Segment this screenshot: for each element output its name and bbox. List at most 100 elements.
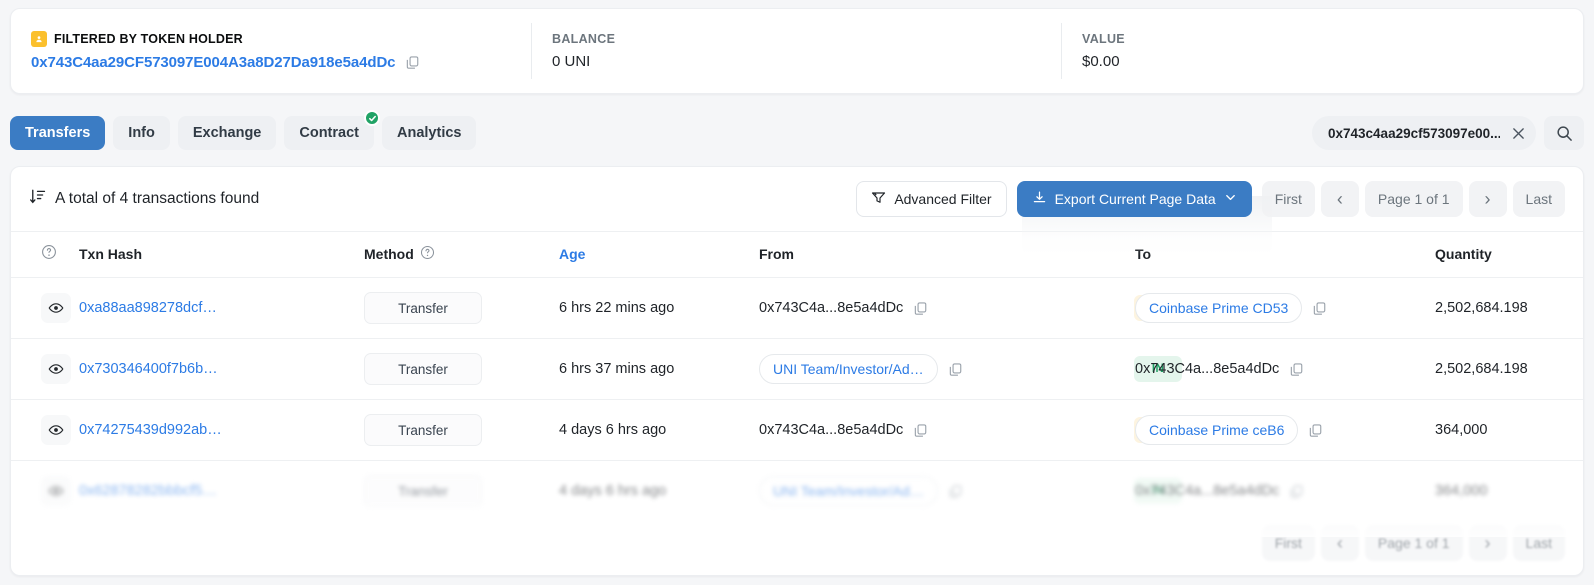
download-icon — [1032, 190, 1047, 208]
balance-label: BALANCE — [552, 31, 616, 46]
advanced-filter-button[interactable]: Advanced Filter — [856, 181, 1007, 217]
tab-exchange[interactable]: Exchange — [177, 116, 277, 150]
table-row: 0x730346400f7b6b… Transfer 6 hrs 37 mins a… — [11, 338, 1583, 400]
advanced-filter-label: Advanced Filter — [894, 191, 992, 207]
tab-label: Info — [128, 125, 155, 141]
from-address: 0x743C4a...8e5a4dDc — [759, 422, 904, 438]
panel-toolbar: A total of 4 transactions found Advanced… — [11, 167, 1583, 231]
transfers-table: Txn Hash Method Age From To Quantity 0xa… — [11, 231, 1583, 521]
bottom-pagination-first-button[interactable]: First — [1261, 525, 1315, 561]
bottom-pagination-prev-button[interactable]: ‹ — [1320, 525, 1359, 561]
top-pagination-prev-button[interactable]: ‹ — [1320, 181, 1359, 217]
filtered-by-label: FILTERED BY TOKEN HOLDER — [54, 32, 243, 46]
copy-icon[interactable] — [1289, 362, 1304, 377]
tab-label: Analytics — [397, 125, 462, 141]
eye-icon[interactable] — [41, 476, 71, 506]
txn-hash-link[interactable]: 0x730346400f7b6b… — [79, 361, 218, 377]
bottom-pagination-last-button[interactable]: Last — [1512, 525, 1565, 561]
txn-hash-link[interactable]: 0x74275439d992ab… — [79, 422, 222, 438]
question-circle-icon[interactable] — [420, 245, 435, 263]
filtered-by-token-holder-column: FILTERED BY TOKEN HOLDER 0x743C4aa29CF57… — [11, 23, 531, 79]
transfers-panel: A total of 4 transactions found Advanced… — [10, 166, 1584, 576]
tab-transfers[interactable]: Transfers — [10, 116, 106, 150]
holder-address-link[interactable]: 0x743C4aa29CF573097E004A3a8D27Da918e5a4d… — [31, 54, 396, 71]
search-button[interactable] — [1544, 116, 1584, 150]
verified-check-icon — [364, 110, 380, 126]
to-cell: 0x743C4a...8e5a4dDc — [1135, 483, 1435, 499]
chevron-down-icon — [1224, 191, 1237, 207]
copy-icon[interactable] — [913, 423, 928, 438]
tab-analytics[interactable]: Analytics — [382, 116, 477, 150]
total-transactions-row: A total of 4 transactions found — [29, 188, 259, 210]
to-name-pill[interactable]: Coinbase Prime ceB6 — [1135, 415, 1299, 445]
top-pagination: First ‹ Page 1 of 1 › Last — [1261, 181, 1565, 217]
from-name-pill[interactable]: UNI Team/Investor/Ad… — [759, 354, 938, 384]
search-input[interactable] — [1328, 125, 1500, 141]
to-cell: 0x743C4a...8e5a4dDc — [1135, 460, 1435, 521]
method-pill[interactable]: Transfer — [364, 414, 482, 446]
user-badge-icon — [31, 31, 47, 47]
search-area — [1312, 112, 1584, 154]
top-pagination-page-indicator: Page 1 of 1 — [1364, 181, 1463, 217]
eye-icon[interactable] — [41, 415, 71, 445]
col-age[interactable]: Age — [559, 231, 759, 278]
table-header-row: Txn Hash Method Age From To Quantity — [11, 231, 1583, 278]
txn-hash-cell: 0xa88aa898278dcf… — [79, 277, 364, 339]
to-name-pill[interactable]: Coinbase Prime CD53 — [1135, 293, 1303, 323]
top-pagination-next-button[interactable]: › — [1468, 181, 1507, 217]
txn-hash-link[interactable]: 0xa88aa898278dcf… — [79, 300, 217, 316]
quantity-cell: 364,000 — [1435, 460, 1583, 521]
row-preview-cell — [11, 338, 79, 400]
bottom-pagination-next-button[interactable]: › — [1468, 525, 1507, 561]
from-cell: 0x743C4a...8e5a4dDc — [759, 422, 1134, 438]
top-pagination-first-button[interactable]: First — [1261, 181, 1315, 217]
tab-label: Contract — [299, 125, 359, 141]
copy-icon[interactable] — [948, 484, 963, 499]
to-cell: Coinbase Prime CD53 — [1135, 293, 1435, 323]
age-cell: 6 hrs 37 mins ago — [559, 338, 759, 400]
method-pill[interactable]: Transfer — [364, 475, 482, 507]
from-cell: 0x743C4a...8e5a4dDc — [759, 277, 1134, 339]
export-current-page-data-button[interactable]: Export Current Page Data — [1016, 181, 1252, 217]
eye-icon[interactable] — [41, 354, 71, 384]
clear-search-button[interactable] — [1506, 121, 1530, 145]
search-pill — [1312, 116, 1536, 150]
balance-value: 0 UNI — [552, 52, 591, 70]
copy-icon[interactable] — [948, 362, 963, 377]
question-circle-icon[interactable] — [41, 245, 57, 263]
eye-icon[interactable] — [41, 293, 71, 323]
quantity-cell: 2,502,684.198 — [1435, 277, 1583, 339]
filtered-by-label-row: FILTERED BY TOKEN HOLDER — [31, 31, 511, 47]
sort-descending-icon — [29, 188, 46, 210]
col-txn-hash: Txn Hash — [79, 231, 364, 278]
token-holder-summary-card: FILTERED BY TOKEN HOLDER 0x743C4aa29CF57… — [10, 8, 1584, 94]
col-method: Method — [364, 231, 559, 278]
col-to: To — [1135, 231, 1435, 278]
row-preview-cell — [11, 399, 79, 461]
txn-hash-cell: 0x62878282bbbcf5… — [79, 460, 364, 521]
copy-icon[interactable] — [405, 55, 420, 70]
to-cell: 0x743C4a...8e5a4dDc — [1135, 338, 1435, 400]
copy-icon[interactable] — [1289, 484, 1304, 499]
value-amount: $0.00 — [1082, 52, 1120, 70]
copy-icon[interactable] — [1312, 301, 1327, 316]
txn-hash-cell: 0x74275439d992ab… — [79, 399, 364, 461]
from-cell: 0x743C4a...8e5a4dDc — [759, 300, 1134, 316]
age-cell: 4 days 6 hrs ago — [559, 399, 759, 461]
from-cell: UNI Team/Investor/Ad… — [759, 476, 1134, 506]
age-cell: 6 hrs 22 mins ago — [559, 277, 759, 339]
tab-label: Exchange — [192, 125, 262, 141]
copy-icon[interactable] — [913, 301, 928, 316]
from-cell: UNI Team/Investor/Ad… — [759, 460, 1134, 521]
toolbar-actions: Advanced Filter Export Current Page Data… — [856, 181, 1565, 217]
method-pill[interactable]: Transfer — [364, 353, 482, 385]
from-address: 0x743C4a...8e5a4dDc — [759, 300, 904, 316]
from-name-pill[interactable]: UNI Team/Investor/Ad… — [759, 476, 938, 506]
txn-hash-link[interactable]: 0x62878282bbbcf5… — [79, 483, 217, 499]
copy-icon[interactable] — [1308, 423, 1323, 438]
from-cell: UNI Team/Investor/Ad… — [759, 338, 1134, 400]
method-pill[interactable]: Transfer — [364, 292, 482, 324]
tab-info[interactable]: Info — [113, 116, 170, 150]
tab-contract[interactable]: Contract — [284, 110, 380, 150]
top-pagination-last-button[interactable]: Last — [1512, 181, 1565, 217]
